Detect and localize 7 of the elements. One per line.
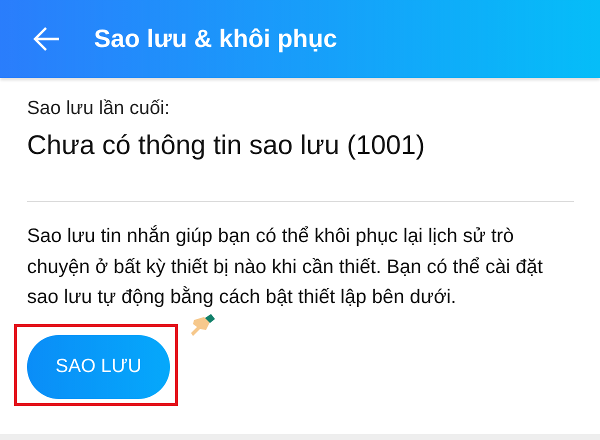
- pointing-hand-icon: [190, 314, 216, 338]
- backup-button[interactable]: SAO LƯU: [27, 334, 170, 398]
- last-backup-label: Sao lưu lần cuối:: [27, 98, 171, 120]
- backup-description: Sao lưu tin nhắn giúp bạn có thể khôi phục lại lịch sử trò chuyện ở bất kỳ thiết bị nào khi cần thiết. Bạn có thể cài đặt sao lưu tự động bằng cách bật thiết lập bên dưới.: [27, 224, 544, 310]
- screen-title: Sao lưu & khôi phục: [94, 24, 338, 54]
- last-backup-value: Chưa có thông tin sao lưu (1001): [27, 130, 426, 161]
- back-arrow-icon[interactable]: [33, 26, 61, 52]
